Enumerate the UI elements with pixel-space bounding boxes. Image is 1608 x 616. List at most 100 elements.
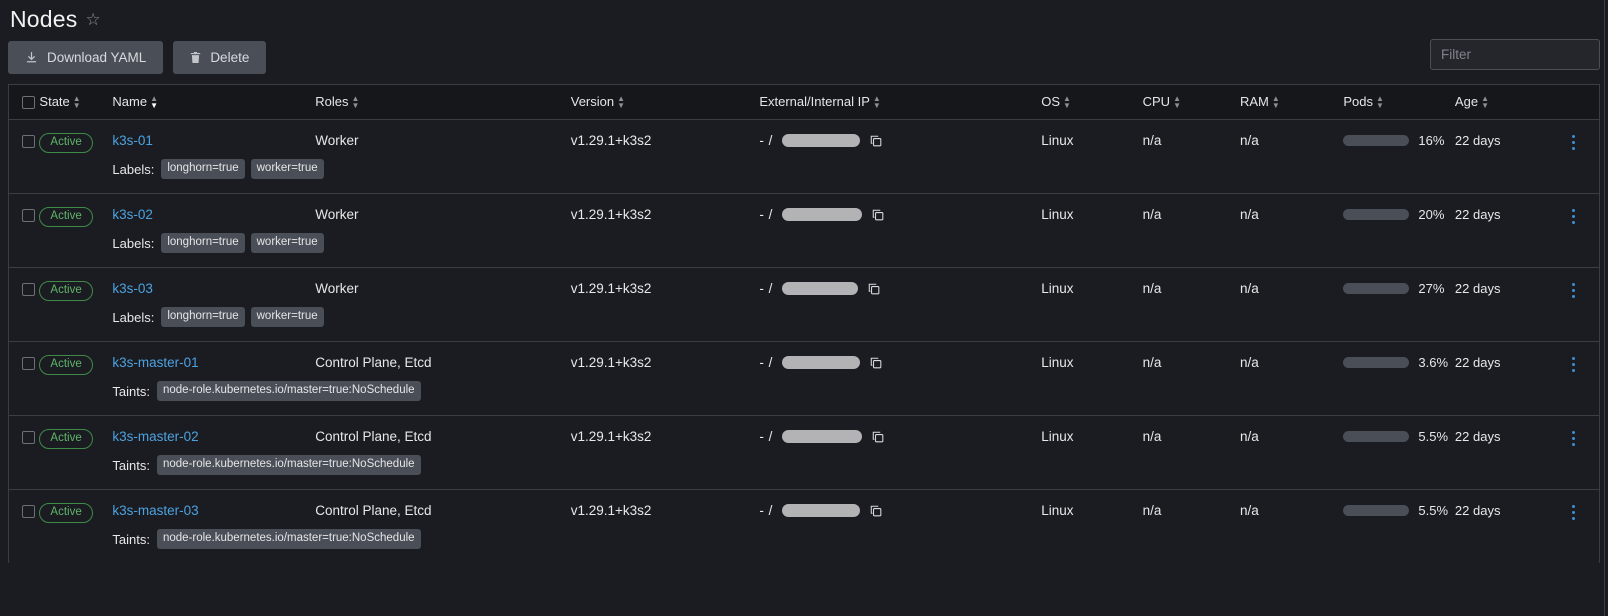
- row-pods-cell: 5.5%: [1343, 415, 1455, 450]
- row-os-cell: Linux: [1041, 489, 1143, 524]
- sort-icon-pods[interactable]: ▲ ▼: [1376, 94, 1384, 109]
- sort-icon-ram[interactable]: ▲ ▼: [1272, 94, 1280, 109]
- meta-chip: longhorn=true: [161, 159, 245, 180]
- row-actions-cell: [1548, 341, 1599, 376]
- sort-icon-version[interactable]: ▲ ▼: [617, 94, 625, 109]
- ip-prefix: - /: [759, 207, 773, 223]
- sort-icon-os[interactable]: ▲ ▼: [1063, 94, 1071, 109]
- row-name-cell: k3s-master-01: [112, 341, 316, 376]
- column-header-ram[interactable]: RAM ▲ ▼: [1239, 85, 1344, 121]
- row-actions-cell: [1548, 119, 1599, 154]
- row-name-cell: k3s-master-03: [112, 489, 316, 524]
- copy-icon[interactable]: [869, 134, 883, 148]
- meta-chip: node-role.kubernetes.io/master=true:NoSc…: [156, 529, 421, 550]
- column-header-name[interactable]: Name ▲ ▼: [112, 85, 316, 121]
- column-header-version[interactable]: Version ▲ ▼: [570, 85, 760, 121]
- meta-label: Labels:: [112, 309, 155, 325]
- meta-chip: worker=true: [250, 159, 324, 180]
- select-all-checkbox[interactable]: [22, 96, 35, 110]
- download-yaml-label: Download YAML: [47, 49, 147, 65]
- node-name-link[interactable]: k3s-01: [112, 133, 153, 148]
- copy-icon[interactable]: [869, 356, 883, 370]
- node-name-link[interactable]: k3s-master-03: [112, 503, 198, 518]
- kebab-menu-icon[interactable]: [1548, 355, 1599, 373]
- kebab-menu-icon[interactable]: [1548, 207, 1599, 225]
- nodes-table: State ▲ ▼ Name ▲ ▼ Roles ▲ ▼ Version ▲ ▼…: [9, 85, 1599, 564]
- column-header-cpu[interactable]: CPU ▲ ▼: [1142, 85, 1240, 121]
- filter-input[interactable]: [1430, 39, 1600, 70]
- copy-icon[interactable]: [871, 430, 885, 444]
- column-header-os[interactable]: OS ▲ ▼: [1041, 85, 1143, 121]
- kebab-menu-icon[interactable]: [1548, 281, 1599, 299]
- row-cpu-cell: n/a: [1142, 341, 1240, 376]
- row-ram-cell: n/a: [1239, 119, 1344, 154]
- row-pods-cell: 27%: [1343, 267, 1455, 302]
- ip-prefix: - /: [759, 429, 773, 445]
- age-label: 22 days: [1454, 503, 1501, 519]
- row-age-cell: 22 days: [1454, 267, 1549, 302]
- row-actions-cell: [1548, 267, 1599, 302]
- node-name-link[interactable]: k3s-master-02: [112, 429, 198, 444]
- column-header-ip[interactable]: External/Internal IP ▲ ▼: [759, 85, 1042, 121]
- row-checkbox[interactable]: [22, 357, 35, 371]
- star-outline-icon[interactable]: ☆: [85, 11, 100, 28]
- row-select-cell: [9, 415, 40, 450]
- row-checkbox[interactable]: [22, 209, 35, 223]
- row-checkbox[interactable]: [22, 283, 35, 297]
- sort-icon-state[interactable]: ▲ ▼: [73, 94, 81, 109]
- meta-label: Labels:: [112, 161, 155, 177]
- pods-percent-label: 20%: [1418, 207, 1445, 223]
- download-yaml-button[interactable]: Download YAML: [8, 40, 164, 74]
- row-ip-cell: - /: [759, 267, 1042, 302]
- column-header-pods[interactable]: Pods ▲ ▼: [1343, 85, 1455, 121]
- row-checkbox[interactable]: [22, 505, 35, 519]
- sort-icon-name[interactable]: ▲ ▼: [150, 94, 158, 109]
- delete-button[interactable]: Delete: [173, 40, 267, 74]
- row-age-cell: 22 days: [1454, 415, 1549, 450]
- page-scrollbar[interactable]: [1604, 0, 1608, 616]
- node-name-link[interactable]: k3s-master-01: [112, 355, 198, 370]
- sort-icon-cpu[interactable]: ▲ ▼: [1173, 94, 1181, 109]
- table-body: Active k3s-01 Worker v1.29.1+k3s2- / Linux n/…: [9, 119, 1599, 564]
- download-icon: [25, 51, 38, 64]
- column-label-pods: Pods: [1343, 94, 1374, 110]
- copy-icon[interactable]: [867, 282, 881, 296]
- sort-icon-ip[interactable]: ▲ ▼: [873, 94, 881, 109]
- table-row: Active k3s-master-03 Control Plane, Etcd v1…: [9, 489, 1599, 524]
- row-checkbox[interactable]: [22, 431, 35, 445]
- kebab-menu-icon[interactable]: [1548, 503, 1599, 521]
- meta-chip: longhorn=true: [161, 233, 245, 254]
- table-row-meta: Taints: node-role.kubernetes.io/master=tr…: [9, 523, 1599, 564]
- row-version-cell: v1.29.1+k3s2: [570, 193, 760, 228]
- table-row-meta: Taints: node-role.kubernetes.io/master=tr…: [9, 375, 1599, 416]
- page-title: Nodes: [10, 5, 78, 32]
- redacted-ip: [781, 208, 862, 222]
- sort-icon-roles[interactable]: ▲ ▼: [351, 94, 359, 109]
- copy-icon[interactable]: [869, 504, 883, 518]
- column-label-state: State: [39, 94, 70, 110]
- column-label-name: Name: [112, 94, 148, 110]
- node-name-link[interactable]: k3s-02: [112, 207, 153, 222]
- row-roles-cell: Worker: [315, 119, 571, 154]
- kebab-menu-icon[interactable]: [1548, 429, 1599, 447]
- row-ram-cell: n/a: [1239, 267, 1344, 302]
- column-label-ip: External/Internal IP: [759, 94, 870, 110]
- row-checkbox[interactable]: [22, 135, 35, 149]
- row-version-cell: v1.29.1+k3s2: [570, 341, 760, 376]
- sort-icon-age[interactable]: ▲ ▼: [1481, 94, 1489, 109]
- row-state-cell: Active: [39, 193, 113, 228]
- meta-chip: node-role.kubernetes.io/master=true:NoSc…: [156, 381, 421, 402]
- meta-label: Taints:: [112, 457, 150, 473]
- column-header-roles[interactable]: Roles ▲ ▼: [315, 85, 571, 121]
- table-row-meta: Labels: longhorn=true worker=true: [9, 301, 1599, 342]
- table-row: Active k3s-02 Worker v1.29.1+k3s2- / Linux n/…: [9, 193, 1599, 228]
- column-header-age[interactable]: Age ▲ ▼: [1454, 85, 1549, 121]
- redacted-ip: [781, 282, 858, 296]
- node-name-link[interactable]: k3s-03: [112, 281, 153, 296]
- kebab-menu-icon[interactable]: [1548, 133, 1599, 151]
- pods-progress-bar: [1343, 357, 1410, 369]
- copy-icon[interactable]: [871, 208, 885, 222]
- row-roles-cell: Worker: [315, 267, 571, 302]
- column-header-state[interactable]: State ▲ ▼: [39, 85, 113, 121]
- column-label-os: OS: [1041, 94, 1061, 110]
